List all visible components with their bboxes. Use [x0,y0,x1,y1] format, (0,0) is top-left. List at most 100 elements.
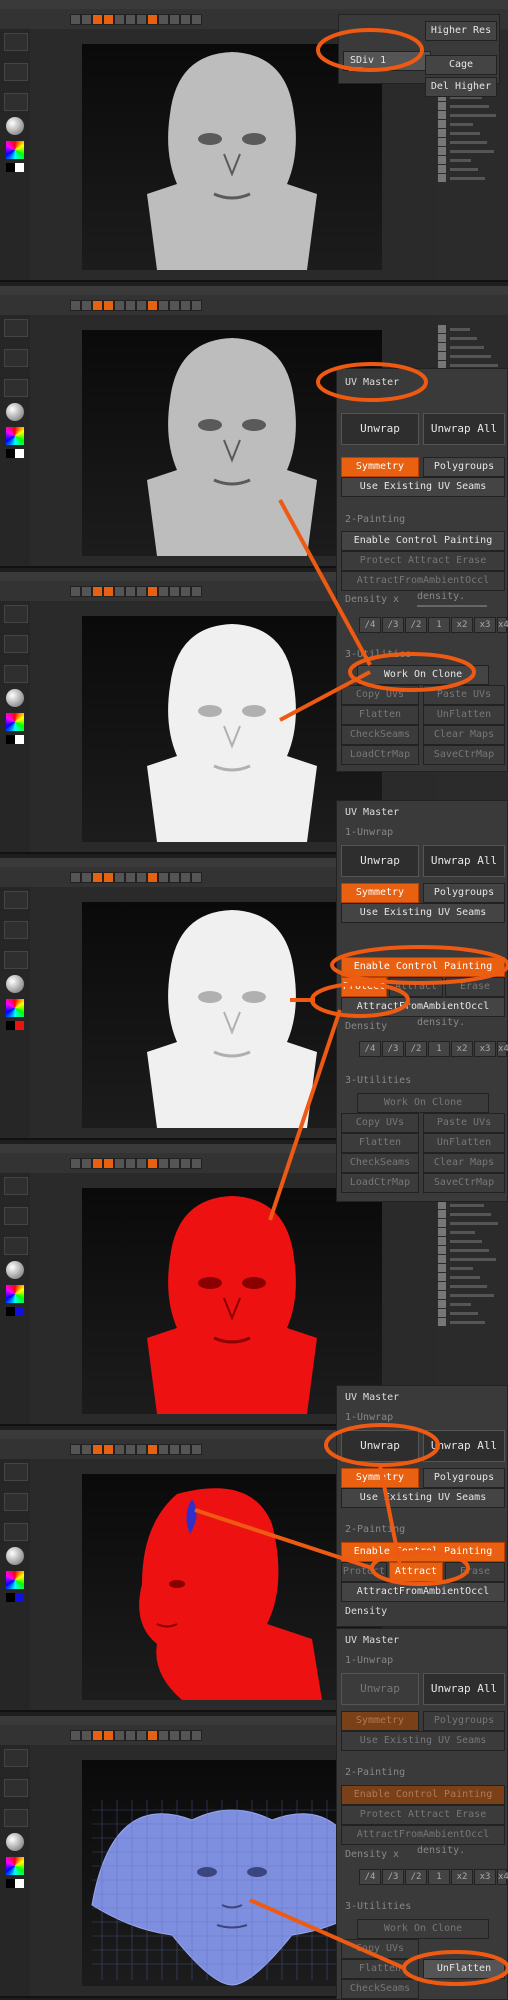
shelf-button[interactable] [180,872,191,883]
main-color-swatch[interactable] [6,1879,15,1888]
shelf-button[interactable] [70,1158,81,1169]
unwrap-button[interactable]: Unwrap [341,1430,419,1462]
main-color-swatch[interactable] [6,163,15,172]
alpha-slot[interactable] [4,1523,28,1541]
subpalette-item[interactable] [450,1213,491,1216]
secondary-color-swatch[interactable] [15,735,24,744]
tool-thumb[interactable] [438,174,446,182]
tool-thumb[interactable] [438,156,446,164]
density-x4[interactable]: x4 [497,1869,508,1885]
tool-thumb[interactable] [438,343,446,351]
tool-thumb[interactable] [438,352,446,360]
alpha-slot[interactable] [4,1809,28,1827]
subpalette-item[interactable] [450,132,480,135]
shelf-button[interactable] [136,300,147,311]
main-color-swatch[interactable] [6,1593,15,1602]
subpalette-item[interactable] [450,168,478,171]
shelf-button[interactable] [169,300,180,311]
subpalette-item[interactable] [450,177,485,180]
tool-thumb[interactable] [438,1291,446,1299]
tool-thumb[interactable] [438,1201,446,1209]
density-x3[interactable]: x3 [474,617,496,633]
shelf-button[interactable] [114,1158,125,1169]
shelf-button[interactable] [169,586,180,597]
tool-thumb[interactable] [438,111,446,119]
color-picker[interactable] [6,1571,24,1589]
shelf-button[interactable] [169,14,180,25]
head-model[interactable] [82,1188,382,1414]
subpalette-item[interactable] [450,150,494,153]
polygroups-toggle[interactable]: Polygroups [423,1711,505,1731]
brush-slot[interactable] [4,891,28,909]
density-div2[interactable]: /2 [405,617,427,633]
shelf-button[interactable] [92,586,103,597]
density-slider[interactable] [417,605,487,607]
subpalette-item[interactable] [450,355,491,358]
density-x3[interactable]: x3 [474,1041,496,1057]
tool-thumb[interactable] [438,147,446,155]
protect-attract-erase[interactable]: Protect Attract Erase [341,551,505,571]
tool-thumb[interactable] [438,325,446,333]
color-picker[interactable] [6,427,24,445]
cage-button[interactable]: Cage [425,55,497,75]
paste-uvs-button[interactable]: Paste UVs [423,685,505,705]
shelf-button[interactable] [180,14,191,25]
stroke-slot[interactable] [4,635,28,653]
density-x3[interactable]: x3 [474,1869,496,1885]
subpalette-item[interactable] [450,1276,480,1279]
tool-thumb[interactable] [438,1282,446,1290]
shelf-button[interactable] [125,1444,136,1455]
brush-slot[interactable] [4,1177,28,1195]
subpalette-item[interactable] [450,346,484,349]
shelf-button[interactable] [114,1444,125,1455]
polygroups-toggle[interactable]: Polygroups [423,457,505,477]
shelf-button[interactable] [70,300,81,311]
tool-thumb[interactable] [438,138,446,146]
shelf-button[interactable] [103,872,114,883]
unwrap-all-button[interactable]: Unwrap All [423,1673,505,1705]
unwrap-all-button[interactable]: Unwrap All [423,413,505,445]
checkseams-button[interactable]: CheckSeams [341,1979,419,1999]
shelf-button[interactable] [114,1730,125,1741]
color-picker[interactable] [6,713,24,731]
shelf-button[interactable] [81,872,92,883]
subpalette-item[interactable] [450,1321,485,1324]
stroke-slot[interactable] [4,349,28,367]
shelf-button[interactable] [136,1444,147,1455]
subpalette-item[interactable] [450,1249,489,1252]
attract-ambient-button[interactable]: AttractFromAmbientOccl [341,1582,505,1602]
shelf-button[interactable] [70,1444,81,1455]
alpha-slot[interactable] [4,951,28,969]
alpha-slot[interactable] [4,93,28,111]
savectrmap-button[interactable]: SaveCtrMap [423,1173,505,1193]
secondary-color-swatch[interactable] [15,1593,24,1602]
color-picker[interactable] [6,141,24,159]
subpalette-item[interactable] [450,1222,498,1225]
tool-thumb[interactable] [438,1228,446,1236]
attract-button[interactable]: Attract [389,977,443,997]
shelf-button[interactable] [180,300,191,311]
stroke-slot[interactable] [4,921,28,939]
density-x2[interactable]: x2 [451,1041,473,1057]
brush-slot[interactable] [4,33,28,51]
shelf-button[interactable] [169,1730,180,1741]
shelf-button[interactable] [70,1730,81,1741]
stroke-slot[interactable] [4,1779,28,1797]
tool-thumb[interactable] [438,1246,446,1254]
density-div3[interactable]: /3 [382,1869,404,1885]
shelf-button[interactable] [147,586,158,597]
unwrap-all-button[interactable]: Unwrap All [423,1430,505,1462]
alpha-slot[interactable] [4,379,28,397]
shelf-button[interactable] [92,872,103,883]
shelf-button[interactable] [125,14,136,25]
protect-button[interactable]: Protect [341,1562,387,1582]
shelf-button[interactable] [147,1730,158,1741]
shelf-button[interactable] [125,586,136,597]
subpalette-item[interactable] [450,1231,475,1234]
shelf-button[interactable] [103,1158,114,1169]
shelf-button[interactable] [103,586,114,597]
savectrmap-button[interactable]: SaveCtrMap [423,745,505,765]
shelf-button[interactable] [81,14,92,25]
subpalette-item[interactable] [450,114,496,117]
enable-control-painting-toggle[interactable]: Enable Control Painting [341,1785,505,1805]
